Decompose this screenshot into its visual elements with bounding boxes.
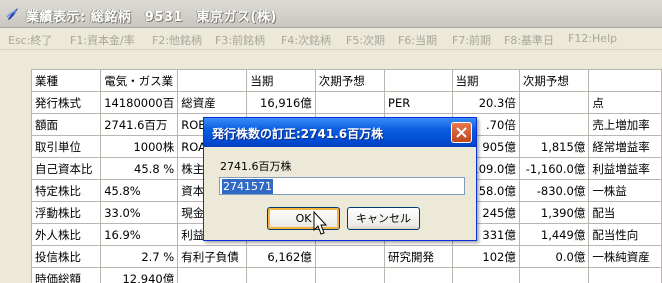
table-cell[interactable]: 2.7 % bbox=[100, 245, 179, 268]
title-bar: 業績表示: 総銘柄 9531 東京ガス(株) bbox=[0, 0, 662, 28]
table-row: 時価総額 12,940億 bbox=[30, 267, 662, 283]
table-cell[interactable]: 投信株比 bbox=[30, 245, 102, 268]
table-cell[interactable]: 配当 bbox=[588, 201, 662, 224]
table-cell[interactable] bbox=[314, 267, 386, 283]
table-cell[interactable] bbox=[518, 267, 590, 283]
table-cell[interactable]: 当期 bbox=[246, 69, 316, 92]
menu-item-current-period[interactable]: F6:当期 bbox=[398, 32, 437, 48]
table-cell[interactable]: 16.9% bbox=[100, 223, 179, 246]
table-cell[interactable] bbox=[518, 113, 590, 136]
table-cell[interactable]: 取引単位 bbox=[30, 135, 102, 158]
mouse-cursor-icon bbox=[313, 211, 327, 235]
table-cell[interactable]: 自己資本比 bbox=[30, 157, 102, 180]
table-cell[interactable] bbox=[177, 267, 248, 283]
close-icon bbox=[456, 127, 467, 138]
dialog-body: 2741.6百万株 2741571 OK キャンセル bbox=[204, 147, 476, 240]
table-cell[interactable]: 額面 bbox=[30, 113, 102, 136]
table-cell[interactable]: 外人株比 bbox=[30, 223, 102, 246]
table-cell[interactable]: 有利子負債 bbox=[177, 245, 248, 268]
menu-item-prev-stock[interactable]: F3:前銘柄 bbox=[215, 32, 265, 48]
table-cell[interactable]: 2741.6百万 bbox=[100, 113, 179, 136]
table-row: 投信株比 2.7 % 有利子負債 6,162億 研究開発 102億 0.0億 一株純資産 bbox=[30, 245, 662, 268]
table-cell[interactable] bbox=[588, 267, 662, 283]
table-cell[interactable] bbox=[384, 69, 453, 92]
table-cell[interactable]: 次期予想 bbox=[314, 69, 386, 92]
table-cell[interactable]: 電気・ガス業 bbox=[100, 69, 179, 92]
menu-bar: Esc:終了 F1:資本金/率 F2:他銘柄 F3:前銘柄 F4:次銘柄 F5:… bbox=[0, 28, 662, 50]
table-cell[interactable]: 売上増加率 bbox=[588, 113, 662, 136]
table-cell[interactable]: 1000株 bbox=[100, 135, 179, 158]
table-cell[interactable]: 配当性向 bbox=[588, 223, 662, 246]
table-cell[interactable] bbox=[246, 267, 316, 283]
table-cell[interactable]: 102億 bbox=[451, 245, 520, 268]
table-cell[interactable]: 業種 bbox=[30, 69, 102, 92]
table-cell[interactable]: 総資産 bbox=[177, 91, 248, 114]
dialog-title: 発行株数の訂正:2741.6百万株 bbox=[212, 127, 384, 141]
table-cell[interactable]: 12,940億 bbox=[100, 267, 179, 283]
menu-item-prev-period[interactable]: F7:前期 bbox=[452, 32, 491, 48]
dialog-label: 2741.6百万株 bbox=[220, 160, 292, 173]
table-cell[interactable]: 発行株式 bbox=[30, 91, 102, 114]
table-cell[interactable] bbox=[314, 245, 386, 268]
table-cell[interactable]: -830.0億 bbox=[518, 179, 590, 202]
table-row: 発行株式 14180000百 総資産 16,916億 PER 20.3倍 点 bbox=[30, 91, 662, 114]
app-icon bbox=[6, 8, 18, 20]
menu-item-capital[interactable]: F1:資本金/率 bbox=[70, 32, 135, 48]
table-cell[interactable] bbox=[384, 267, 453, 283]
menu-item-exit[interactable]: Esc:終了 bbox=[8, 32, 52, 48]
share-count-value: 2741571 bbox=[222, 179, 273, 194]
table-cell[interactable]: 14180000百 bbox=[100, 91, 179, 114]
table-cell[interactable]: 1,449億 bbox=[518, 223, 590, 246]
menu-item-base-date[interactable]: F8:基準日 bbox=[504, 32, 554, 48]
table-cell[interactable] bbox=[518, 91, 590, 114]
table-cell[interactable]: 当期 bbox=[451, 69, 520, 92]
table-cell[interactable]: 0.0億 bbox=[518, 245, 590, 268]
table-cell[interactable]: 1,390億 bbox=[518, 201, 590, 224]
dialog-title-bar: 発行株数の訂正:2741.6百万株 bbox=[204, 118, 476, 147]
table-cell[interactable] bbox=[451, 267, 520, 283]
table-cell[interactable]: 1,815億 bbox=[518, 135, 590, 158]
close-button[interactable] bbox=[451, 122, 472, 143]
table-cell[interactable]: 45.8% bbox=[100, 179, 179, 202]
table-cell[interactable]: 浮動株比 bbox=[30, 201, 102, 224]
table-cell[interactable]: 次期予想 bbox=[518, 69, 590, 92]
table-cell[interactable]: 一株純資産 bbox=[588, 245, 662, 268]
ok-button[interactable]: OK bbox=[267, 207, 340, 230]
table-cell[interactable]: 利益増益率 bbox=[588, 157, 662, 180]
table-cell[interactable]: 16,916億 bbox=[246, 91, 316, 114]
table-cell[interactable]: 時価総額 bbox=[30, 267, 102, 283]
window-title: 業績表示: 総銘柄 9531 東京ガス(株) bbox=[26, 10, 277, 25]
menu-item-help[interactable]: F12:Help bbox=[568, 32, 617, 45]
table-row: 業種 電気・ガス業 当期 次期予想 当期 次期予想 bbox=[30, 69, 662, 92]
share-count-dialog: 発行株数の訂正:2741.6百万株 2741.6百万株 2741571 OK キ… bbox=[203, 117, 477, 241]
table-cell[interactable] bbox=[588, 69, 662, 92]
table-cell[interactable] bbox=[177, 69, 248, 92]
cancel-button[interactable]: キャンセル bbox=[347, 207, 420, 230]
share-count-input[interactable]: 2741571 bbox=[219, 177, 465, 195]
table-cell[interactable] bbox=[314, 91, 386, 114]
menu-item-next-period[interactable]: F5:次期 bbox=[346, 32, 385, 48]
table-cell[interactable]: 6,162億 bbox=[246, 245, 316, 268]
menu-item-next-stock[interactable]: F4:次銘柄 bbox=[281, 32, 331, 48]
table-cell[interactable]: 33.0% bbox=[100, 201, 179, 224]
table-cell[interactable]: 経常増益率 bbox=[588, 135, 662, 158]
table-cell[interactable]: -1,160.0億 bbox=[518, 157, 590, 180]
table-cell[interactable]: PER bbox=[384, 91, 453, 114]
table-cell[interactable]: 20.3倍 bbox=[451, 91, 520, 114]
table-cell[interactable]: 特定株比 bbox=[30, 179, 102, 202]
menu-item-other-stock[interactable]: F2:他銘柄 bbox=[152, 32, 202, 48]
table-cell[interactable]: 点 bbox=[588, 91, 662, 114]
table-cell[interactable]: 45.8 % bbox=[100, 157, 179, 180]
table-cell[interactable]: 研究開発 bbox=[384, 245, 453, 268]
table-cell[interactable]: 一株益 bbox=[588, 179, 662, 202]
